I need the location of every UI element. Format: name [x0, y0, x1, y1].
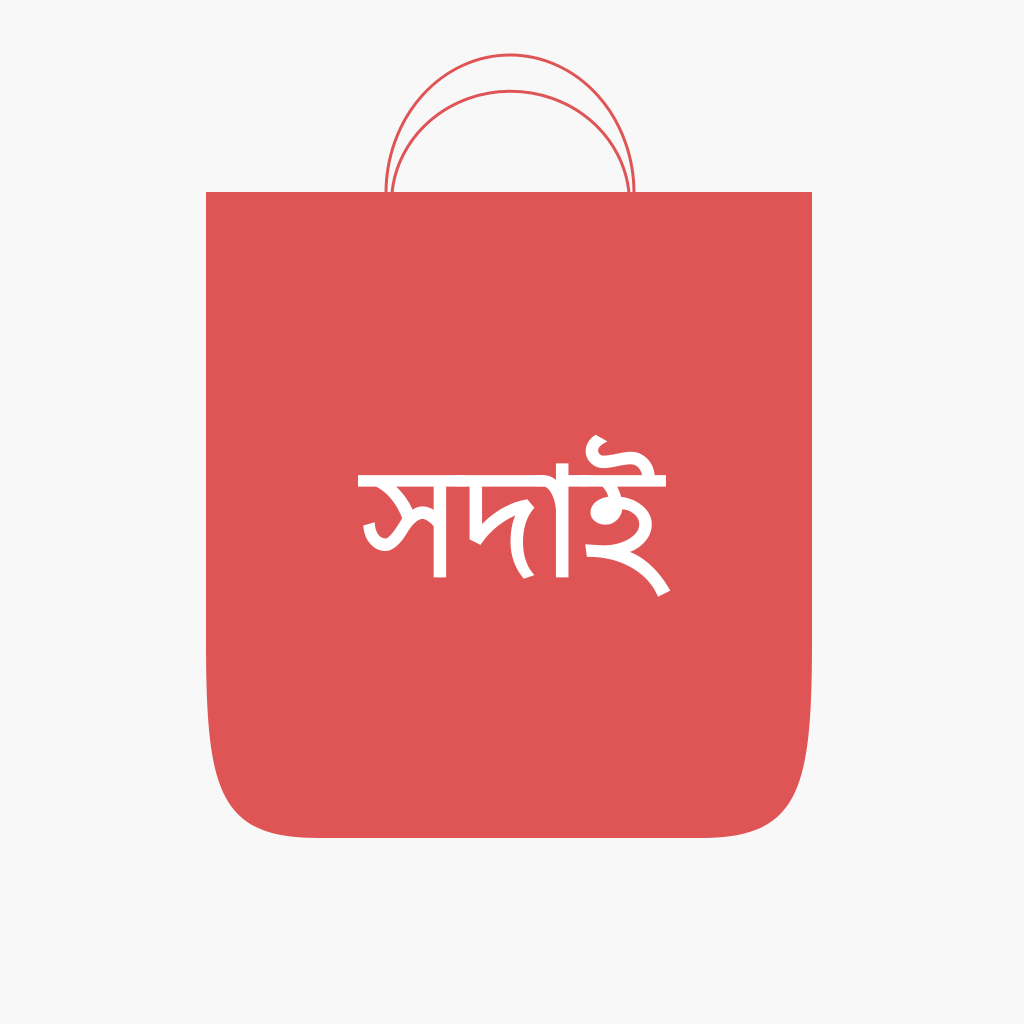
bag-handle-inner	[390, 89, 631, 194]
bag-handle-outer	[384, 53, 636, 194]
brand-name: সদাই	[357, 435, 670, 611]
shopping-bag-icon: সদাই	[206, 53, 812, 838]
app-icon: সদাই	[0, 0, 1024, 1024]
